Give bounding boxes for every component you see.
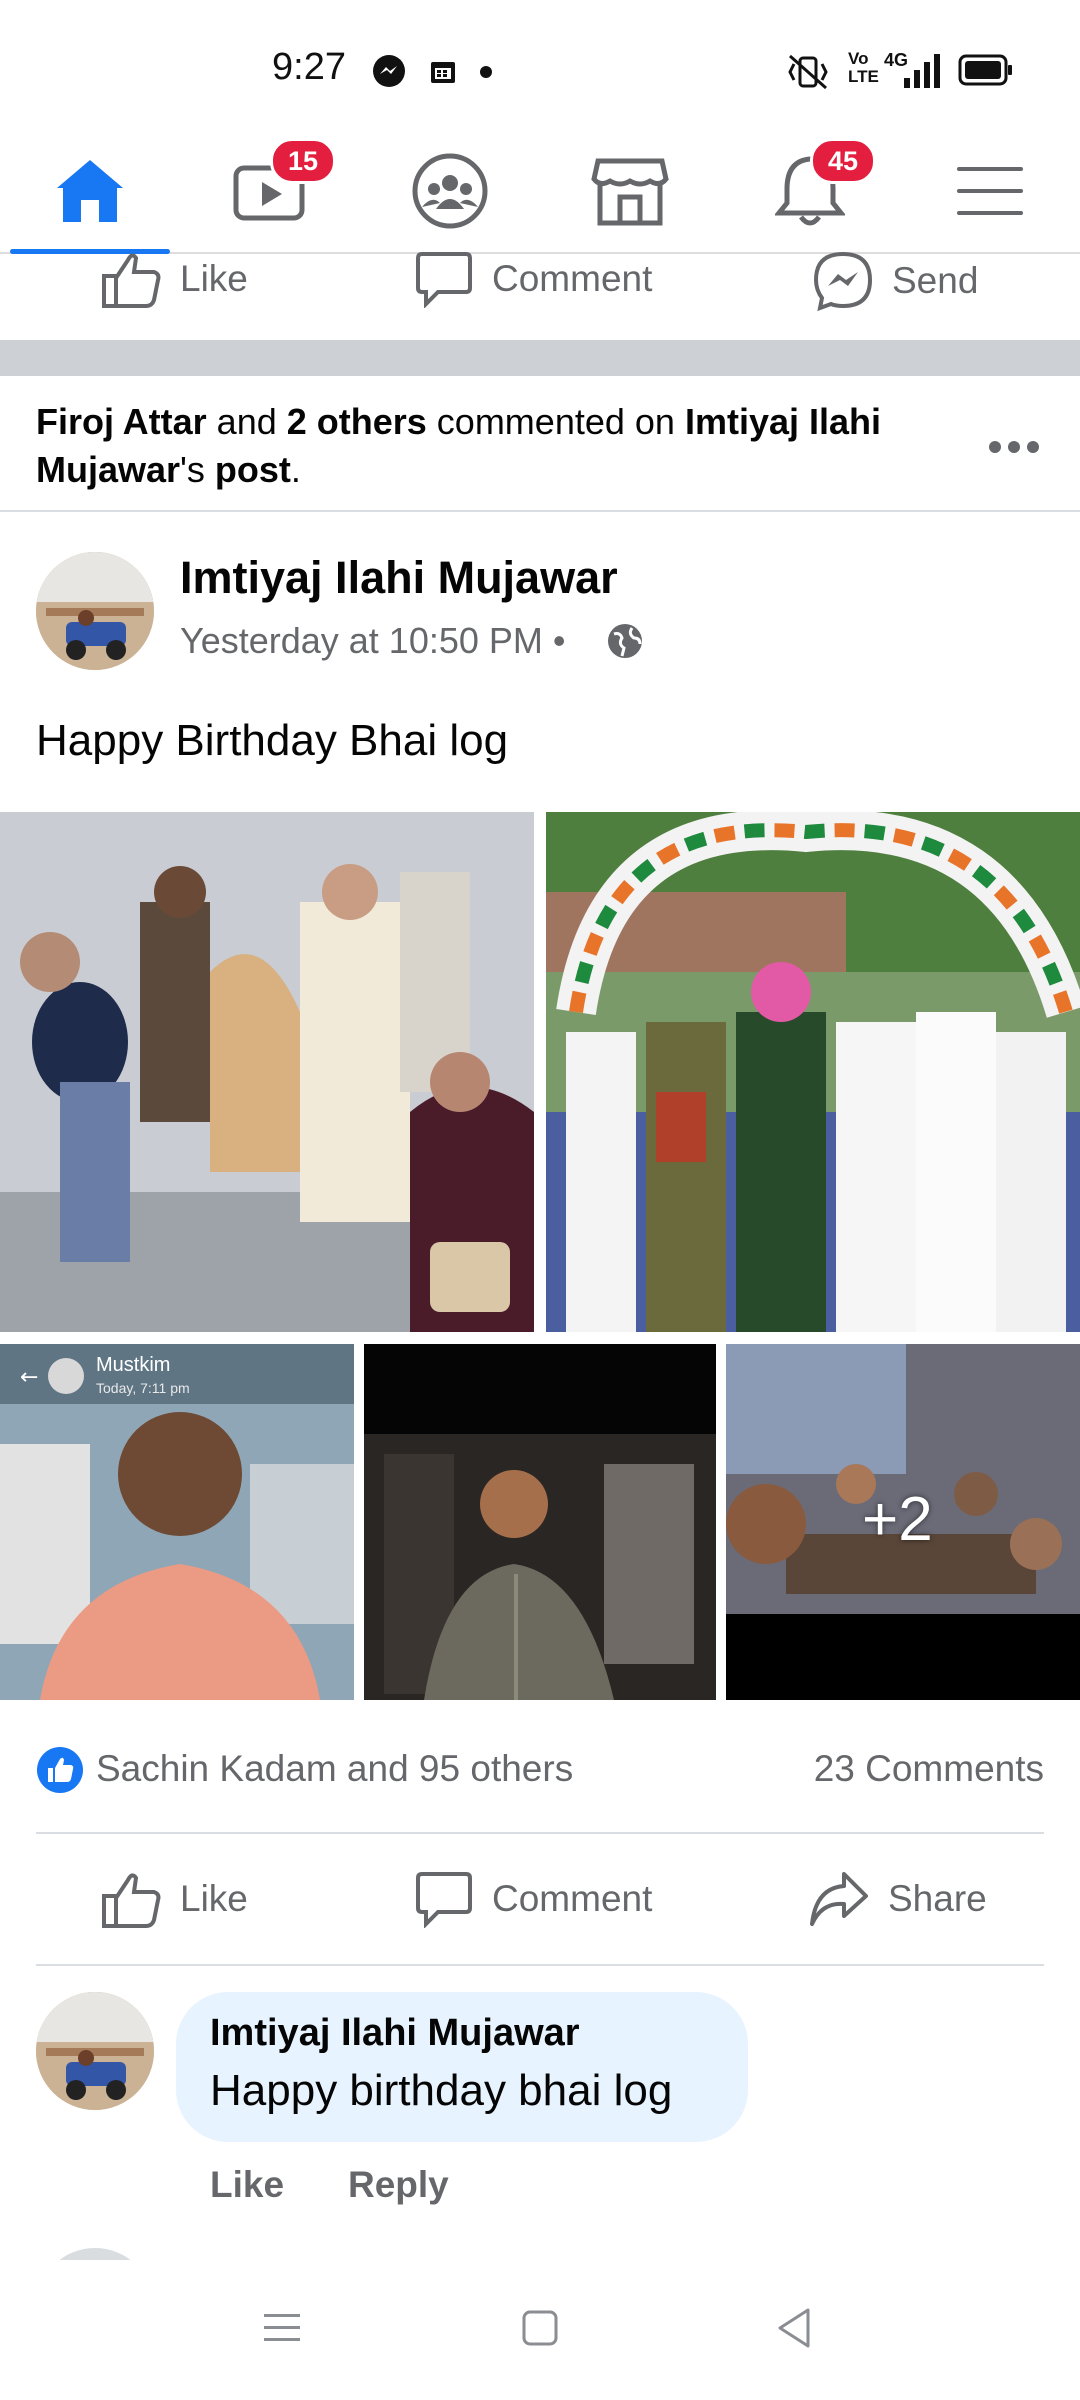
story-owner[interactable]: Imtiyaj Ilahi xyxy=(685,401,881,442)
post-photo-2[interactable] xyxy=(546,812,1080,1332)
comment-bubble[interactable]: Imtiyaj Ilahi Mujawar Happy birthday bha… xyxy=(176,1992,748,2142)
system-nav-bar xyxy=(0,2260,1080,2400)
story-actor[interactable]: Firoj Attar xyxy=(36,401,207,442)
recent-apps-icon[interactable] xyxy=(262,2310,302,2346)
story-post-link[interactable]: post xyxy=(215,449,291,490)
reactions-summary[interactable]: Sachin Kadam and 95 others xyxy=(96,1748,573,1790)
messenger-icon xyxy=(373,55,405,87)
story-divider xyxy=(0,510,1080,512)
more-photos-count[interactable]: +2 xyxy=(862,1484,933,1555)
post-photo-4[interactable] xyxy=(364,1344,716,1700)
top-comment-button[interactable]: Comment xyxy=(414,250,652,308)
post-author-avatar[interactable] xyxy=(36,552,154,670)
photo3-overlay-time: Today, 7:11 pm xyxy=(96,1380,190,1396)
comment-icon xyxy=(416,252,472,308)
like-reaction-icon xyxy=(37,1747,83,1793)
vibrate-icon xyxy=(788,54,828,90)
watch-badge: 15 xyxy=(270,138,336,184)
post-comment-button[interactable]: Comment xyxy=(414,1870,652,1928)
marketplace-icon xyxy=(591,158,669,226)
share-icon xyxy=(810,1872,868,1926)
story-others[interactable]: 2 others xyxy=(287,401,427,442)
comment-like-button[interactable]: Like xyxy=(210,2164,284,2206)
signal-icon xyxy=(904,54,940,88)
groups-icon xyxy=(412,153,488,229)
home-icon xyxy=(57,160,123,222)
top-send-button[interactable]: Send xyxy=(812,250,978,312)
nav-notifications[interactable]: 45 xyxy=(720,130,900,252)
actions-divider xyxy=(36,1964,1044,1966)
post-photo-3[interactable]: ← Mustkim Today, 7:11 pm xyxy=(0,1344,354,1700)
comment-reply-button[interactable]: Reply xyxy=(348,2164,449,2206)
status-bar: 9:27 Vo LTE 4G xyxy=(0,0,1080,130)
reactions-divider xyxy=(36,1832,1044,1834)
like-icon xyxy=(102,253,161,308)
nav-groups[interactable] xyxy=(360,130,540,252)
post-time: Yesterday at 10:50 PM • xyxy=(180,620,566,662)
comment-text: Happy birthday bhai log xyxy=(210,2066,673,2115)
nav-menu[interactable] xyxy=(900,130,1080,252)
nav-marketplace[interactable] xyxy=(540,130,720,252)
story-text-poss: 's xyxy=(180,449,215,490)
battery-icon xyxy=(958,54,1012,86)
post-author-name[interactable]: Imtiyaj Ilahi Mujawar xyxy=(180,552,618,604)
messenger-send-icon xyxy=(813,251,873,312)
post-photo-5[interactable]: +2 xyxy=(726,1344,1080,1700)
story-text-mid: commented on xyxy=(426,401,685,442)
story-owner-2[interactable]: Mujawar xyxy=(36,449,180,490)
comment-icon xyxy=(416,1872,472,1928)
nav-home[interactable] xyxy=(0,130,180,254)
status-time: 9:27 xyxy=(272,46,346,88)
post-like-label: Like xyxy=(180,1878,248,1919)
volte-icon: Vo LTE xyxy=(848,49,879,86)
dot-icon xyxy=(480,66,492,78)
comment-author[interactable]: Imtiyaj Ilahi Mujawar xyxy=(210,2012,580,2055)
more-options-icon[interactable] xyxy=(988,440,1040,454)
svg-text:←: ← xyxy=(20,1365,38,1390)
post-like-button[interactable]: Like xyxy=(100,1870,248,1928)
top-nav-bar: 15 45 xyxy=(0,130,1080,254)
story-text-and: and xyxy=(206,401,287,442)
post-time-separator: • xyxy=(552,620,566,661)
post-text: Happy Birthday Bhai log xyxy=(36,716,509,765)
post-comment-label: Comment xyxy=(492,1878,653,1919)
post-timestamp[interactable]: Yesterday at 10:50 PM xyxy=(180,620,543,661)
notifications-badge: 45 xyxy=(810,138,876,184)
comments-count[interactable]: 23 Comments xyxy=(814,1748,1044,1790)
menu-icon xyxy=(957,167,1023,215)
like-icon xyxy=(102,1873,161,1928)
photo3-overlay-name: Mustkim xyxy=(96,1354,171,1376)
calendar-icon xyxy=(431,62,455,83)
top-send-label: Send xyxy=(892,260,979,301)
post-share-label: Share xyxy=(888,1878,987,1919)
post-photo-1[interactable] xyxy=(0,812,534,1332)
comment-author-avatar[interactable] xyxy=(36,1992,154,2110)
back-icon[interactable] xyxy=(774,2306,814,2350)
feed-separator xyxy=(0,340,1080,376)
home-button-icon[interactable] xyxy=(520,2308,560,2348)
story-text-dot: . xyxy=(290,449,301,490)
nav-watch[interactable]: 15 xyxy=(180,130,360,252)
post-share-button[interactable]: Share xyxy=(808,1870,987,1928)
top-comment-label: Comment xyxy=(492,258,653,299)
globe-icon xyxy=(608,624,642,658)
top-like-label: Like xyxy=(180,258,248,299)
story-header: Firoj Attar and 2 others commented on Im… xyxy=(36,398,976,494)
top-like-button[interactable]: Like xyxy=(100,250,248,308)
